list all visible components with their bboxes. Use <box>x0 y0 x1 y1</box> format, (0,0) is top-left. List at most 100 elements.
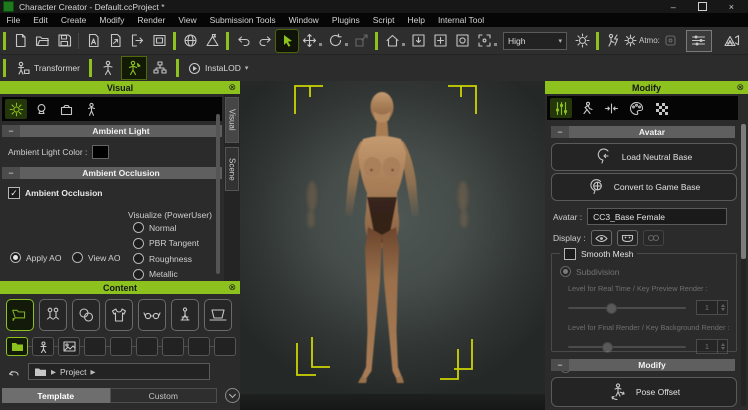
spinner-down-icon[interactable] <box>721 308 725 311</box>
undo-button[interactable] <box>232 30 254 52</box>
menu-item-script[interactable]: Script <box>366 13 401 27</box>
tab-modify-animation[interactable] <box>575 98 597 118</box>
breadcrumb-root[interactable]: Project <box>60 367 86 377</box>
spinner-arrows[interactable] <box>717 340 727 353</box>
chain-slot-empty[interactable] <box>84 337 106 356</box>
viewport-3d[interactable] <box>240 81 545 410</box>
realtime-level-spinner[interactable]: 1 <box>696 300 728 315</box>
visualize-option-roughness[interactable]: Roughness <box>133 253 210 264</box>
slider-thumb[interactable] <box>602 342 613 353</box>
preview-animation-button[interactable] <box>602 30 624 52</box>
load-neutral-base-button[interactable]: Load Neutral Base <box>551 143 737 171</box>
rotate-tool-button[interactable] <box>324 30 346 52</box>
menu-item-help[interactable]: Help <box>401 13 431 27</box>
select-tool-button[interactable] <box>276 30 298 52</box>
menu-item-window[interactable]: Window <box>282 13 325 27</box>
render-image-button[interactable] <box>148 30 170 52</box>
edit-pose-button[interactable] <box>96 57 120 79</box>
collapse-tabs-icon[interactable] <box>225 388 240 403</box>
spinner-up-icon[interactable] <box>721 343 725 346</box>
apply-ao-radio[interactable]: Apply AO <box>10 252 61 263</box>
redo-button[interactable] <box>254 30 276 52</box>
viewport-mode-button[interactable] <box>720 30 742 52</box>
slider-thumb[interactable] <box>606 303 617 314</box>
ambient-occlusion-checkbox-row[interactable]: ✓ Ambient Occlusion <box>8 187 224 199</box>
dropdown-dot[interactable] <box>494 43 497 46</box>
chain-slot-actor[interactable] <box>32 337 54 356</box>
edit-motion-button[interactable] <box>122 57 146 79</box>
radio-selected-icon[interactable] <box>10 252 21 263</box>
display-settings-button[interactable] <box>686 30 712 52</box>
subdivision-radio[interactable]: Subdivision <box>560 266 736 277</box>
checkbox-unchecked-icon[interactable] <box>564 248 576 260</box>
menu-item-internal-tool[interactable]: Internal Tool <box>431 13 490 27</box>
menu-item-view[interactable]: View <box>172 13 203 27</box>
spinner-arrows[interactable] <box>717 301 727 314</box>
display-mask-button[interactable] <box>617 230 638 246</box>
modify-scrollbar-thumb[interactable] <box>741 124 746 259</box>
chain-slot-empty[interactable] <box>110 337 132 356</box>
pose-offset-button[interactable]: Pose Offset <box>551 377 737 407</box>
final-level-slider[interactable] <box>568 346 686 348</box>
export-fbx-button[interactable] <box>126 30 148 52</box>
camera-min-button[interactable] <box>407 30 429 52</box>
menu-item-submission-tools[interactable]: Submission Tools <box>203 13 282 27</box>
category-cloth-button[interactable] <box>105 299 133 331</box>
category-project-button[interactable] <box>6 299 34 331</box>
side-tab-scene[interactable]: Scene <box>225 147 239 191</box>
tab-modify-texture[interactable] <box>650 98 672 118</box>
radio-icon[interactable] <box>133 269 144 280</box>
chain-slot-image[interactable] <box>58 337 80 356</box>
view-ao-radio[interactable]: View AO <box>72 252 120 263</box>
checkbox-checked-icon[interactable]: ✓ <box>8 187 20 199</box>
menu-item-edit[interactable]: Edit <box>27 13 55 27</box>
convert-to-game-base-button[interactable]: Convert to Game Base <box>551 173 737 201</box>
tab-template[interactable]: Template <box>2 388 110 403</box>
visualize-option-normal[interactable]: Normal <box>133 222 210 233</box>
ambient-occlusion-section[interactable]: − Ambient Occlusion <box>2 167 222 179</box>
visualize-option-pbr-tangent[interactable]: PBR Tangent <box>133 238 210 249</box>
radio-icon[interactable] <box>133 253 144 264</box>
tab-modify-morph[interactable] <box>600 98 622 118</box>
dropdown-dot[interactable] <box>402 43 405 46</box>
ambient-light-section[interactable]: − Ambient Light <box>2 125 222 137</box>
realtime-level-slider[interactable] <box>568 307 686 309</box>
display-link-button[interactable] <box>643 230 664 246</box>
tab-render[interactable] <box>55 99 77 119</box>
maximize-button[interactable] <box>698 2 707 11</box>
menu-item-modify[interactable]: Modify <box>93 13 131 27</box>
category-actor-button[interactable] <box>39 299 67 331</box>
chain-slot-empty[interactable] <box>136 337 158 356</box>
collapse-icon[interactable]: − <box>551 126 569 138</box>
tab-modify-material[interactable] <box>625 98 647 118</box>
import-button[interactable] <box>82 30 104 52</box>
spinner-up-icon[interactable] <box>721 304 725 307</box>
dropdown-dot[interactable] <box>319 43 322 46</box>
move-tool-button[interactable] <box>298 30 320 52</box>
side-tab-visual[interactable]: Visual <box>225 97 239 143</box>
save-project-button[interactable] <box>53 30 75 52</box>
scale-tool-button[interactable] <box>350 30 372 52</box>
realtime-light-button[interactable] <box>571 30 593 52</box>
collapse-icon[interactable]: − <box>2 167 20 179</box>
tab-modify-attribute[interactable] <box>550 98 572 118</box>
radio-icon[interactable] <box>72 252 83 263</box>
menu-item-create[interactable]: Create <box>54 13 93 27</box>
category-attach-button[interactable] <box>171 299 199 331</box>
transformer-button[interactable]: Transformer <box>9 57 86 79</box>
collapse-icon[interactable]: − <box>551 359 569 371</box>
tab-custom[interactable]: Custom <box>110 388 218 403</box>
spinner-down-icon[interactable] <box>721 347 725 350</box>
back-icon[interactable] <box>6 366 20 378</box>
new-project-button[interactable] <box>9 30 31 52</box>
tab-lights[interactable] <box>30 99 52 119</box>
chain-slot-empty[interactable] <box>188 337 210 356</box>
content-store-button[interactable] <box>179 30 201 52</box>
close-panel-icon[interactable]: ⊗ <box>228 81 236 94</box>
chain-slot-project[interactable] <box>6 337 28 356</box>
breadcrumb[interactable]: ▶ Project ▶ <box>28 363 210 380</box>
menu-item-plugins[interactable]: Plugins <box>325 13 366 27</box>
modify-scrollbar[interactable] <box>741 124 746 406</box>
instalod-button[interactable]: InstaLOD ▾ <box>182 57 254 79</box>
display-visible-button[interactable] <box>591 230 612 246</box>
